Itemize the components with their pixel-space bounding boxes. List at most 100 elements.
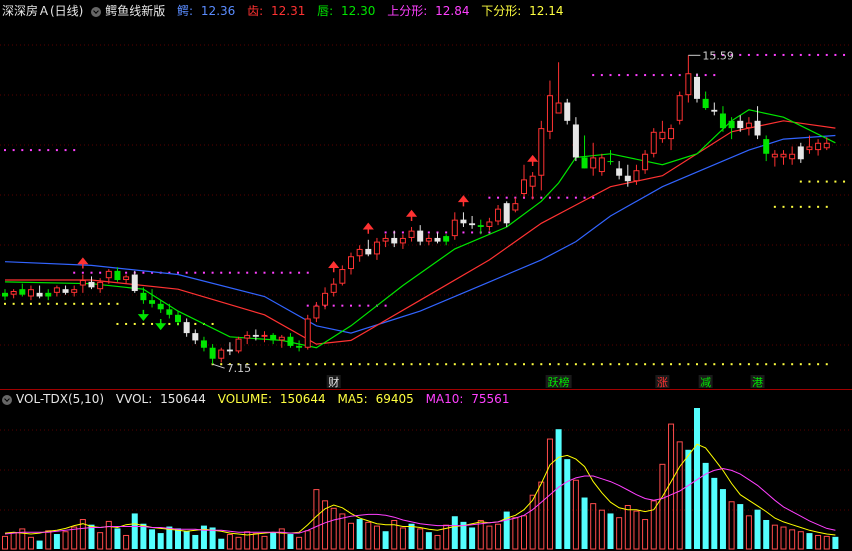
- candle-body: [261, 334, 268, 337]
- volume-bar: [183, 531, 190, 549]
- candle-body: [304, 318, 311, 348]
- down-fractal-dot: [142, 322, 145, 325]
- volume-bar: [823, 535, 830, 550]
- down-fractal-dot: [168, 322, 171, 325]
- up-fractal-dot: [635, 74, 638, 77]
- down-fractal-dot: [678, 363, 681, 366]
- volume-bar: [650, 500, 657, 550]
- volume-bar: [399, 527, 406, 550]
- volume-bar: [607, 513, 614, 549]
- candle-body: [546, 95, 553, 132]
- up-fractal-dot: [12, 149, 15, 152]
- candle-body: [823, 142, 830, 149]
- up-fractal-dot: [782, 53, 785, 56]
- candle-body: [149, 300, 156, 304]
- up-fractal-dot: [557, 196, 560, 199]
- up-fractal-dot: [55, 149, 58, 152]
- up-fractal-dot: [661, 74, 664, 77]
- candle-body: [27, 289, 34, 297]
- candle-body: [694, 76, 700, 99]
- up-fractal-dot: [747, 53, 750, 56]
- volume-bar: [62, 531, 69, 550]
- candle-body: [590, 157, 597, 169]
- up-arrow-icon: [405, 209, 418, 221]
- ma5-line: [4, 443, 836, 536]
- volume-bar: [71, 526, 78, 550]
- volume-bar: [226, 534, 233, 550]
- down-fractal-dot: [566, 363, 569, 366]
- candle-body: [140, 292, 147, 301]
- up-fractal-dot: [548, 196, 551, 199]
- candle-body: [123, 276, 130, 281]
- volume-bar: [270, 532, 277, 549]
- down-fractal-dot: [540, 363, 543, 366]
- volume-bar: [131, 513, 138, 549]
- volume-bar: [668, 423, 675, 550]
- up-fractal-dot: [47, 149, 50, 152]
- up-fractal-dot: [29, 149, 32, 152]
- down-fractal-dot: [652, 363, 655, 366]
- volume-bar: [572, 479, 579, 550]
- down-fractal-dot: [73, 302, 76, 305]
- down-fractal-dot: [514, 363, 517, 366]
- down-fractal-dot: [696, 363, 698, 366]
- down-fractal-dot: [384, 363, 387, 366]
- volume-bar: [175, 528, 181, 549]
- volume-bar: [192, 534, 199, 549]
- candle-body: [763, 139, 770, 154]
- up-fractal-dot: [583, 196, 586, 199]
- up-arrow-icon: [77, 257, 89, 269]
- down-fractal-dot: [825, 205, 828, 208]
- down-fractal-dot: [670, 363, 673, 366]
- volume-bar: [235, 536, 242, 550]
- up-fractal-dot: [384, 231, 387, 234]
- event-marker: 跃榜: [548, 375, 570, 389]
- candle-body: [209, 347, 216, 359]
- candle-body: [408, 230, 415, 238]
- volume-bar: [97, 532, 104, 550]
- candle-body: [486, 221, 493, 227]
- volume-bar: [339, 513, 346, 550]
- down-fractal-dot: [592, 363, 595, 366]
- candle-body: [512, 203, 519, 211]
- volume-bar: [815, 534, 822, 550]
- up-fractal-dot: [497, 196, 500, 199]
- candle-body: [53, 287, 60, 293]
- down-fractal-dot: [4, 302, 6, 305]
- chart-canvas[interactable]: 15.59 7.15 财 跃榜 涨 减 港: [0, 0, 852, 551]
- candle-body: [434, 237, 441, 242]
- down-fractal-dot: [194, 322, 197, 325]
- volume-bar: [469, 527, 476, 549]
- down-fractal-dot: [548, 363, 551, 366]
- event-marker: 涨: [657, 376, 668, 389]
- candle-body: [538, 128, 545, 176]
- candle-body: [642, 153, 649, 171]
- up-fractal-dot: [427, 231, 430, 234]
- volume-bar: [140, 523, 147, 549]
- candle-body: [382, 237, 389, 242]
- down-fractal-dot: [756, 363, 759, 366]
- down-fractal-dot: [721, 363, 724, 366]
- down-fractal-dot: [401, 363, 404, 366]
- down-fractal-dot: [21, 302, 24, 305]
- volume-bar: [728, 501, 735, 550]
- down-fractal-dot: [29, 302, 32, 305]
- down-fractal-dot: [298, 363, 301, 366]
- volume-bar: [486, 525, 493, 550]
- candle-body: [417, 230, 424, 242]
- down-fractal-dot: [739, 363, 742, 366]
- up-fractal-dot: [756, 53, 759, 56]
- down-fractal-dot: [99, 302, 102, 305]
- candle-body: [278, 336, 285, 341]
- volume-bar: [304, 530, 311, 550]
- volume-bar: [564, 459, 571, 549]
- volume-bar: [425, 532, 432, 549]
- up-fractal-dot: [445, 231, 448, 234]
- volume-bar: [313, 489, 320, 550]
- volume-bar: [521, 515, 527, 550]
- down-fractal-dot: [574, 363, 577, 366]
- up-fractal-dot: [280, 271, 283, 274]
- candle-body: [10, 291, 17, 295]
- down-fractal-dot: [808, 205, 811, 208]
- candle-body: [313, 305, 320, 319]
